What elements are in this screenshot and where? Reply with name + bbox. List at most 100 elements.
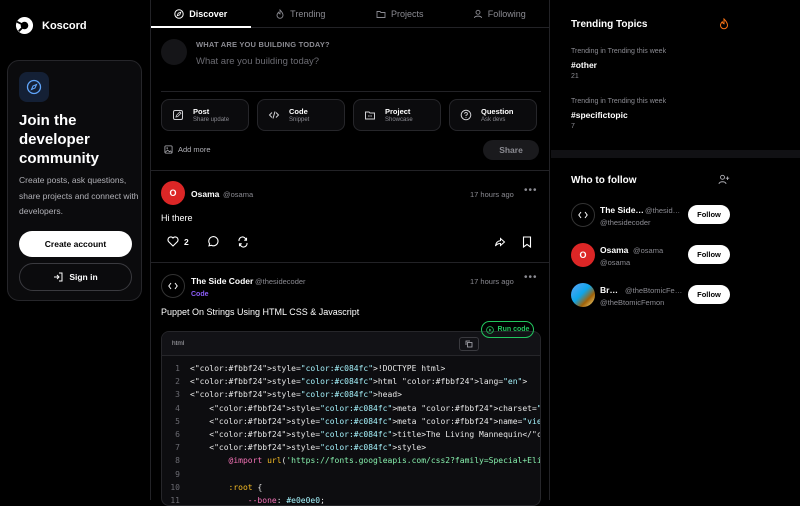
line-code: <"color:#fbbf24">style="color:#c084fc">m… [190, 416, 540, 426]
line-code: <"color:#fbbf24">style="color:#c084fc">m… [190, 403, 540, 413]
share-icon[interactable] [494, 236, 506, 248]
line-number: 9 [175, 469, 180, 479]
post-type-question[interactable]: Question Ask devs [449, 99, 537, 131]
divider [151, 262, 549, 263]
feed-tabs: Discover Trending Projects Following [151, 0, 549, 28]
image-add-icon [164, 145, 173, 154]
line-code: <"color:#fbbf24">style="color:#c084fc">s… [190, 443, 427, 453]
post-type-subtitle: Snippet [289, 117, 310, 123]
avatar[interactable]: O [161, 181, 185, 205]
post-type-title: Code [289, 107, 308, 116]
code-icon [168, 282, 178, 290]
copy-icon[interactable] [459, 337, 479, 351]
follow-button[interactable]: Follow [688, 285, 730, 304]
like-icon[interactable] [167, 236, 179, 247]
composer-input[interactable]: What are you building today? [196, 56, 319, 67]
code-line: 6 <"color:#fbbf24">style="color:#c084fc"… [162, 428, 540, 441]
add-user-icon[interactable] [718, 174, 730, 185]
trending-tag[interactable]: #specifictopic [571, 110, 628, 120]
line-number: 3 [175, 390, 180, 400]
tab-projects[interactable]: Projects [350, 0, 450, 27]
code-content: 1 <"color:#fbbf24">style="color:#c084fc">… [162, 362, 540, 506]
more-options-icon[interactable]: ••• [524, 272, 538, 283]
trending-tag[interactable]: #other [571, 60, 597, 70]
line-number: 5 [175, 416, 180, 426]
code-line: 8 @import url('https://fonts.googleapis.… [162, 454, 540, 467]
join-description: Create posts, ask questions, share proje… [19, 175, 139, 216]
avatar[interactable]: O [571, 243, 595, 267]
line-code: <"color:#fbbf24">style="color:#c084fc">h… [190, 377, 528, 387]
post-type-subtitle: Share update [193, 117, 230, 123]
avatar[interactable] [161, 274, 185, 298]
more-options-icon[interactable]: ••• [524, 185, 538, 196]
tab-label: Projects [390, 8, 424, 19]
share-button[interactable]: Share [483, 140, 539, 160]
tab-following[interactable]: Following [450, 0, 550, 27]
line-number: 1 [175, 364, 180, 373]
suggested-user-handle: @theBtomicFe… [625, 286, 683, 295]
tab-discover[interactable]: Discover [151, 0, 251, 28]
divider [551, 150, 800, 158]
line-number: 11 [170, 496, 180, 506]
join-title: Join the developer community [19, 112, 100, 167]
suggested-user-name[interactable]: Osama [600, 245, 628, 255]
create-account-button[interactable]: Create account [19, 231, 132, 257]
line-code: @import url('https://fonts.googleapis.co… [228, 456, 540, 466]
edit-icon [172, 109, 184, 121]
post-type-project[interactable]: Project Showcase [353, 99, 441, 131]
post-author-handle[interactable]: @osama [223, 190, 253, 199]
sign-in-icon [53, 272, 63, 282]
tab-trending[interactable]: Trending [251, 0, 351, 27]
post-text: Puppet On Strings Using HTML CSS & Javas… [161, 307, 360, 317]
feed: Discover Trending Projects Following WHA… [150, 0, 550, 506]
sign-in-button[interactable]: Sign in [19, 263, 132, 291]
follow-button[interactable]: Follow [688, 205, 730, 224]
flame-icon [719, 18, 729, 30]
code-line: 11 --bone: #e0e0e0; [162, 494, 540, 506]
follow-button[interactable]: Follow [688, 245, 730, 264]
folder-icon [364, 109, 376, 121]
run-code-button[interactable]: Run code [481, 321, 534, 338]
flame-icon [275, 8, 285, 19]
run-code-label: Run code [497, 326, 530, 333]
suggested-user-name[interactable]: Br… [600, 285, 618, 295]
user-icon [473, 9, 483, 19]
app-name: Koscord [42, 19, 87, 32]
code-line: 1 <"color:#fbbf24">style="color:#c084fc">… [162, 362, 540, 375]
play-icon [485, 325, 494, 334]
post-type-code[interactable]: Code Snippet [257, 99, 345, 131]
line-number: 8 [175, 456, 180, 466]
trending-count: 7 [571, 123, 575, 130]
comment-icon[interactable] [207, 236, 219, 248]
koscord-logo-icon [15, 16, 34, 35]
avatar[interactable] [571, 283, 595, 307]
trending-context: Trending in Trending this week [571, 48, 667, 55]
suggested-user-name[interactable]: The Side… [600, 205, 644, 215]
code-line: 5 <"color:#fbbf24">style="color:#c084fc"… [162, 415, 540, 428]
divider [151, 170, 549, 171]
suggested-user-handle: @thesid… [645, 206, 681, 215]
avatar[interactable] [571, 203, 595, 227]
trending-count: 21 [571, 73, 579, 80]
line-code: --bone: #e0e0e0; [247, 496, 325, 506]
post-author-name[interactable]: Osama [191, 189, 219, 199]
post-tag[interactable]: Code [191, 291, 209, 298]
post-timestamp: 17 hours ago [470, 190, 514, 199]
post-author-name[interactable]: The Side Coder [191, 276, 253, 286]
line-number: 4 [175, 403, 180, 413]
bookmark-icon[interactable] [522, 236, 532, 248]
tab-label: Following [487, 8, 526, 19]
code-line: 3 <"color:#fbbf24">style="color:#c084fc">… [162, 388, 540, 401]
post-type-post[interactable]: Post Share update [161, 99, 249, 131]
add-more-button[interactable]: Add more [164, 145, 211, 154]
trending-title: Trending Topics [571, 19, 648, 30]
post-author-handle[interactable]: @thesidecoder [255, 277, 306, 286]
suggested-user-handle: @thesidecoder [600, 218, 651, 227]
repost-icon[interactable] [237, 236, 249, 248]
tab-label: Discover [189, 8, 228, 19]
line-number: 10 [170, 482, 180, 492]
line-code: :root { [228, 482, 263, 492]
composer-label: WHAT ARE YOU BUILDING TODAY? [196, 40, 330, 49]
brand[interactable]: Koscord [15, 16, 87, 35]
line-code: <"color:#fbbf24">style="color:#c084fc">t… [190, 430, 540, 440]
